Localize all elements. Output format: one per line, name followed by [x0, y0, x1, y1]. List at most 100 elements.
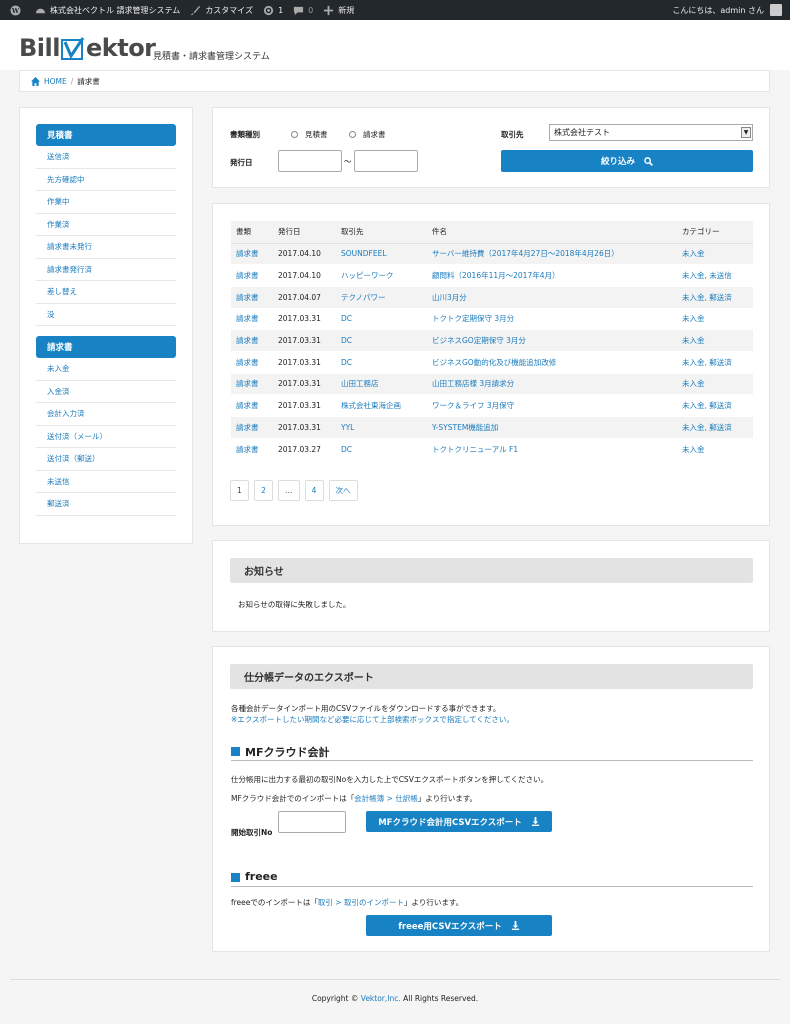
subject-link[interactable]: 顧問料（2016年11月〜2017年4月）: [432, 271, 560, 280]
freee-csv-export-button[interactable]: freee用CSVエクスポート: [366, 915, 552, 936]
freee-import-link[interactable]: 取引 > 取引のインポート: [318, 898, 404, 907]
category-link[interactable]: 未入金, 郵送済: [682, 358, 732, 367]
sidebar-heading-invoices[interactable]: 請求書: [36, 336, 176, 358]
customize-link[interactable]: カスタマイズ: [190, 5, 253, 16]
subject-link[interactable]: トクトクリニューアル F1: [432, 445, 518, 454]
category-link[interactable]: 未入金: [682, 379, 705, 388]
page-link[interactable]: 2: [254, 480, 273, 501]
mf-journal-link[interactable]: 会計帳簿 > 仕訳帳: [354, 794, 418, 803]
client-link[interactable]: DC: [341, 336, 352, 345]
sidebar-item[interactable]: 会計入力済: [36, 403, 176, 426]
user-greeting[interactable]: こんにちは、admin さん: [672, 0, 764, 20]
sidebar-item[interactable]: 先方確認中: [36, 169, 176, 191]
sidebar-heading-estimates[interactable]: 見積書: [36, 124, 176, 146]
category-link[interactable]: 未入金, 未送信: [682, 271, 732, 280]
subject-link[interactable]: 山田工務店様 3月請求分: [432, 379, 514, 388]
category-link[interactable]: 未入金: [682, 249, 705, 258]
site-name-link[interactable]: 株式会社ベクトル 請求管理システム: [35, 5, 180, 16]
sidebar-item-label[interactable]: 先方確認中: [47, 174, 85, 185]
client-link[interactable]: 株式会社東海企画: [341, 401, 401, 410]
sidebar-item-label[interactable]: 差し替え: [47, 286, 77, 297]
sidebar-item-label[interactable]: 送信済: [47, 151, 70, 162]
client-link[interactable]: 山田工務店: [341, 379, 379, 388]
next-page-link[interactable]: 次へ: [328, 480, 358, 501]
issue-date-to-input[interactable]: [354, 150, 418, 172]
sidebar-item-label[interactable]: 会計入力済: [47, 408, 85, 419]
radio-invoice[interactable]: 請求書: [349, 129, 386, 140]
sidebar-item-label[interactable]: 未入金: [47, 363, 70, 374]
billvektor-logo[interactable]: Bill ektor: [19, 34, 156, 62]
site-header: Bill ektor 見積書・請求書管理システム: [0, 20, 790, 70]
radio-estimate[interactable]: 見積書: [291, 129, 328, 140]
client-link[interactable]: SOUNDFEEL: [341, 249, 387, 258]
avatar[interactable]: [770, 4, 782, 16]
sidebar-item[interactable]: 作業中: [36, 191, 176, 214]
sidebar-item-label[interactable]: 請求書発行済: [47, 264, 92, 275]
client-link[interactable]: ハッピーワーク: [341, 271, 394, 280]
sidebar-item[interactable]: 没: [36, 304, 176, 326]
breadcrumb-home-link[interactable]: HOME: [44, 77, 67, 86]
subject-link[interactable]: ビジネスGO定期保守 3月分: [432, 336, 526, 345]
category-link[interactable]: 未入金, 郵送済: [682, 401, 732, 410]
sidebar-item[interactable]: 作業済: [36, 214, 176, 236]
sidebar-item[interactable]: 郵送済: [36, 493, 176, 516]
client-link[interactable]: DC: [341, 314, 352, 323]
sidebar-item[interactable]: 請求書発行済: [36, 259, 176, 281]
comments-link[interactable]: 0: [293, 5, 313, 16]
mf-csv-export-button[interactable]: MFクラウド会計用CSVエクスポート: [366, 811, 552, 832]
sidebar-item-label[interactable]: 送付済（メール）: [47, 431, 107, 442]
doc-type-link[interactable]: 請求書: [236, 336, 259, 345]
subject-link[interactable]: 山川3月分: [432, 293, 467, 302]
sidebar-item[interactable]: 送付済（メール）: [36, 426, 176, 448]
doc-type-link[interactable]: 請求書: [236, 358, 259, 367]
client-link[interactable]: YYL: [341, 423, 354, 432]
sidebar-item[interactable]: 差し替え: [36, 281, 176, 304]
subject-link[interactable]: トクトク定期保守 3月分: [432, 314, 514, 323]
category-link[interactable]: 未入金: [682, 445, 705, 454]
column-header: 書類: [231, 221, 273, 244]
sidebar-item[interactable]: 請求書未発行: [36, 236, 176, 259]
sidebar-item-label[interactable]: 没: [47, 309, 55, 320]
sidebar-item[interactable]: 未入金: [36, 358, 176, 381]
subject-link[interactable]: Y-SYSTEM機能追加: [432, 423, 498, 432]
doc-type-link[interactable]: 請求書: [236, 423, 259, 432]
sidebar-item-label[interactable]: 作業中: [47, 196, 70, 207]
category-link[interactable]: 未入金, 郵送済: [682, 293, 732, 302]
subject-link[interactable]: ビジネスGO動的化及び機能追加改修: [432, 358, 556, 367]
sidebar-item-label[interactable]: 未送信: [47, 476, 70, 487]
wordpress-logo-icon[interactable]: W: [10, 4, 25, 16]
doc-type-link[interactable]: 請求書: [236, 379, 259, 388]
updates-link[interactable]: 1: [263, 5, 283, 16]
client-link[interactable]: テクノパワー: [341, 293, 386, 302]
sidebar-item[interactable]: 送信済: [36, 146, 176, 169]
doc-type-link[interactable]: 請求書: [236, 401, 259, 410]
page-link[interactable]: 4: [304, 480, 324, 501]
sidebar-item-label[interactable]: 請求書未発行: [47, 241, 92, 252]
doc-type-link[interactable]: 請求書: [236, 314, 259, 323]
client-link[interactable]: DC: [341, 358, 352, 367]
doc-type-link[interactable]: 請求書: [236, 271, 259, 280]
subject-link[interactable]: ワーク＆ライフ 3月保守: [432, 401, 514, 410]
category-link[interactable]: 未入金: [682, 336, 705, 345]
client-link[interactable]: DC: [341, 445, 352, 454]
doc-type-link[interactable]: 請求書: [236, 249, 259, 258]
doc-type-link[interactable]: 請求書: [236, 445, 259, 454]
sidebar-item-label[interactable]: 郵送済: [47, 498, 70, 509]
sidebar-item-label[interactable]: 送付済（郵送）: [47, 453, 100, 464]
sidebar-item-label[interactable]: 作業済: [47, 219, 70, 230]
start-no-input[interactable]: [278, 811, 346, 833]
sidebar-item[interactable]: 未送信: [36, 471, 176, 493]
vektor-link[interactable]: Vektor,Inc.: [361, 994, 401, 1003]
page-link-current[interactable]: 1: [230, 480, 249, 501]
sidebar-item[interactable]: 入金済: [36, 381, 176, 403]
doc-type-link[interactable]: 請求書: [236, 293, 259, 302]
new-content-link[interactable]: 新規: [323, 5, 354, 16]
subject-link[interactable]: サーバー維持費（2017年4月27日〜2018年4月26日）: [432, 249, 619, 258]
client-select[interactable]: 株式会社テスト ▼: [549, 124, 753, 141]
sidebar-item[interactable]: 送付済（郵送）: [36, 448, 176, 471]
sidebar-item-label[interactable]: 入金済: [47, 386, 70, 397]
filter-button[interactable]: 絞り込み: [501, 150, 753, 172]
category-link[interactable]: 未入金, 郵送済: [682, 423, 732, 432]
issue-date-from-input[interactable]: [278, 150, 342, 172]
category-link[interactable]: 未入金: [682, 314, 705, 323]
